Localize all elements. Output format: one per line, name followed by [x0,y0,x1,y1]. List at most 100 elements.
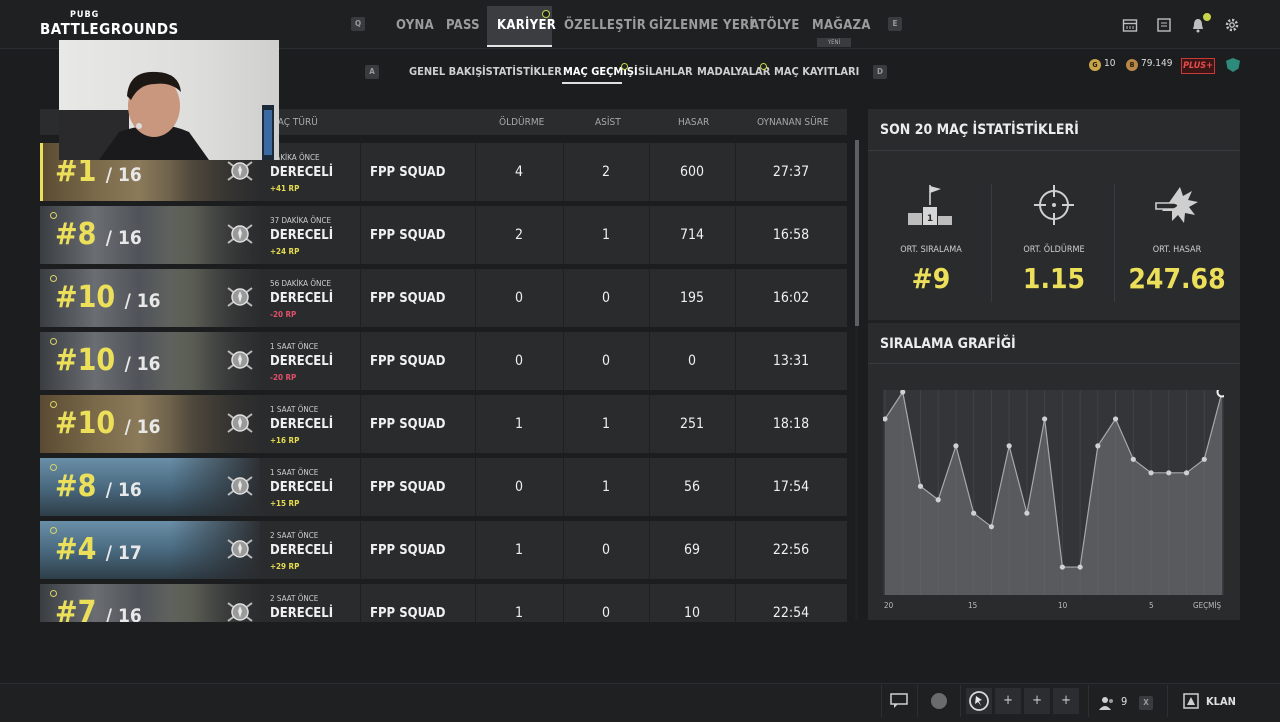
placement: #10 / 16 [55,406,161,441]
match-row[interactable]: #10 / 16 1 SAAT ÖNCE DERECELİ +16 RP FPP… [40,395,847,453]
time-cell: 18:18 [772,416,810,432]
chart-point[interactable] [1059,564,1065,570]
match-row[interactable]: #8 / 16 1 SAAT ÖNCE DERECELİ +15 RP FPP … [40,458,847,516]
time-cell: 13:31 [772,353,810,369]
add-party-slot-icon[interactable]: + [1053,688,1079,714]
friends-count: 9 [1121,695,1128,708]
calendar-icon[interactable] [1122,17,1138,33]
time-cell: 17:54 [772,479,810,495]
column-divider [360,143,361,201]
shield-icon[interactable] [1226,58,1240,72]
friends-icon[interactable] [1099,695,1115,710]
svg-text:1: 1 [927,214,933,224]
nav-new-dot [542,10,550,18]
chart-point[interactable] [1183,470,1190,476]
add-party-slot-icon[interactable]: + [995,688,1021,714]
assists-cell: 1 [601,479,610,495]
time-ago: 1 SAAT ÖNCE [270,342,319,351]
kills-cell: 0 [514,479,523,495]
chart-point[interactable] [935,497,941,503]
match-row[interactable]: #10 / 16 1 SAAT ÖNCE DERECELİ -20 RP FPP… [40,332,847,390]
stat-value-avg-damage: 247.68 [1128,262,1226,295]
match-row[interactable]: #4 / 17 2 SAAT ÖNCE DERECELİ +29 RP FPP … [40,521,847,579]
key-hint-d: D [873,65,887,79]
podium-icon: 1 [906,183,954,227]
kills-cell: 1 [514,605,523,621]
chat-icon[interactable] [886,688,912,714]
time-ago: 2 SAAT ÖNCE [270,531,319,540]
nav-item-ozellestir[interactable]: ÖZELLEŞTİR [564,18,646,33]
clan-label[interactable]: KLAN [1206,695,1236,708]
rp-change: +15 RP [270,499,300,508]
chart-point[interactable] [971,510,977,516]
player-avatar-icon[interactable] [966,688,992,714]
new-badge: YENİ [817,38,851,47]
col-header-kills: ÖLDÜRME [499,117,545,128]
chart-point[interactable] [1130,456,1136,462]
nav-item-magaza[interactable]: MAĞAZA [812,18,871,33]
assists-cell: 1 [601,227,610,243]
logo-pubg: PUBG [70,10,100,20]
subnav-mac-kayitlari[interactable]: MAÇ KAYITLARI [774,65,859,78]
rp-change: +41 RP [270,184,300,193]
add-party-slot-icon[interactable]: + [1024,688,1050,714]
chart-point[interactable] [1166,470,1172,476]
subnav-silahlar[interactable]: SİLAHLAR [638,65,693,78]
nav-item-oyna[interactable]: OYNA [396,18,434,33]
match-row[interactable]: #8 / 16 37 DAKİKA ÖNCE DERECELİ +24 RP F… [40,206,847,264]
crosshair-icon [1032,183,1076,227]
plus-badge[interactable]: PLUS+ [1181,58,1215,74]
nav-item-atolye[interactable]: ATÖLYE [750,18,800,33]
scrollbar-thumb[interactable] [855,140,859,326]
chart-point[interactable] [1148,470,1154,476]
col-header-assists: ASİST [595,117,621,128]
rank-chart [883,390,1224,595]
subnav-istatistikler[interactable]: İSTATİSTİKLER [482,65,562,78]
time-cell: 22:56 [772,542,810,558]
bp-amount: 79.149 [1141,58,1173,69]
chart-point[interactable] [1042,416,1048,422]
column-divider [360,332,361,390]
notification-dot [1203,13,1211,21]
match-mode: DERECELİ [270,165,334,180]
damage-cell: 600 [679,164,705,180]
chart-point[interactable] [1112,416,1119,422]
chart-point[interactable] [1006,443,1012,449]
squad-type: FPP SQUAD [370,480,446,495]
x-tick-20: 20 [884,601,894,610]
assists-cell: 2 [601,164,610,180]
ranked-medal-icon [227,413,253,433]
stat-divider [991,184,992,302]
chart-point-latest[interactable] [1216,390,1225,398]
match-mode: DERECELİ [270,228,334,243]
bottom-divider [881,685,882,717]
chart-point[interactable] [953,443,959,449]
webcam-overlay [59,40,279,160]
panel-divider [868,150,1240,151]
nav-item-pass[interactable]: PASS [446,18,480,33]
chart-point[interactable] [1201,456,1207,462]
chart-point[interactable] [1077,564,1083,570]
key-hint-x: X [1139,696,1153,710]
time-ago: 1 SAAT ÖNCE [270,405,319,414]
rp-change: +24 RP [270,247,300,256]
subnav-genel-bakis[interactable]: GENEL BAKIŞ [409,65,482,78]
compass-icon[interactable] [926,688,952,714]
nav-item-gizlenme-yeri[interactable]: GİZLENME YERİ [649,18,754,33]
match-row[interactable]: #10 / 16 56 DAKİKA ÖNCE DERECELİ -20 RP … [40,269,847,327]
bottom-divider [960,685,961,717]
nav-item-kariyer[interactable]: KARİYER [497,18,556,33]
bp-icon: B [1126,59,1138,71]
clan-icon[interactable] [1183,693,1199,709]
chart-point[interactable] [917,483,924,489]
time-ago: 56 DAKİKA ÖNCE [270,279,332,288]
gear-icon[interactable] [1224,17,1240,33]
placement: #4 / 17 [55,532,142,567]
damage-cell: 56 [683,479,701,495]
chart-point[interactable] [1024,510,1030,516]
chart-point[interactable] [1095,443,1101,449]
mail-icon[interactable] [1156,17,1172,33]
chart-point[interactable] [988,524,995,530]
column-divider [360,458,361,516]
key-hint-e: E [888,17,902,31]
